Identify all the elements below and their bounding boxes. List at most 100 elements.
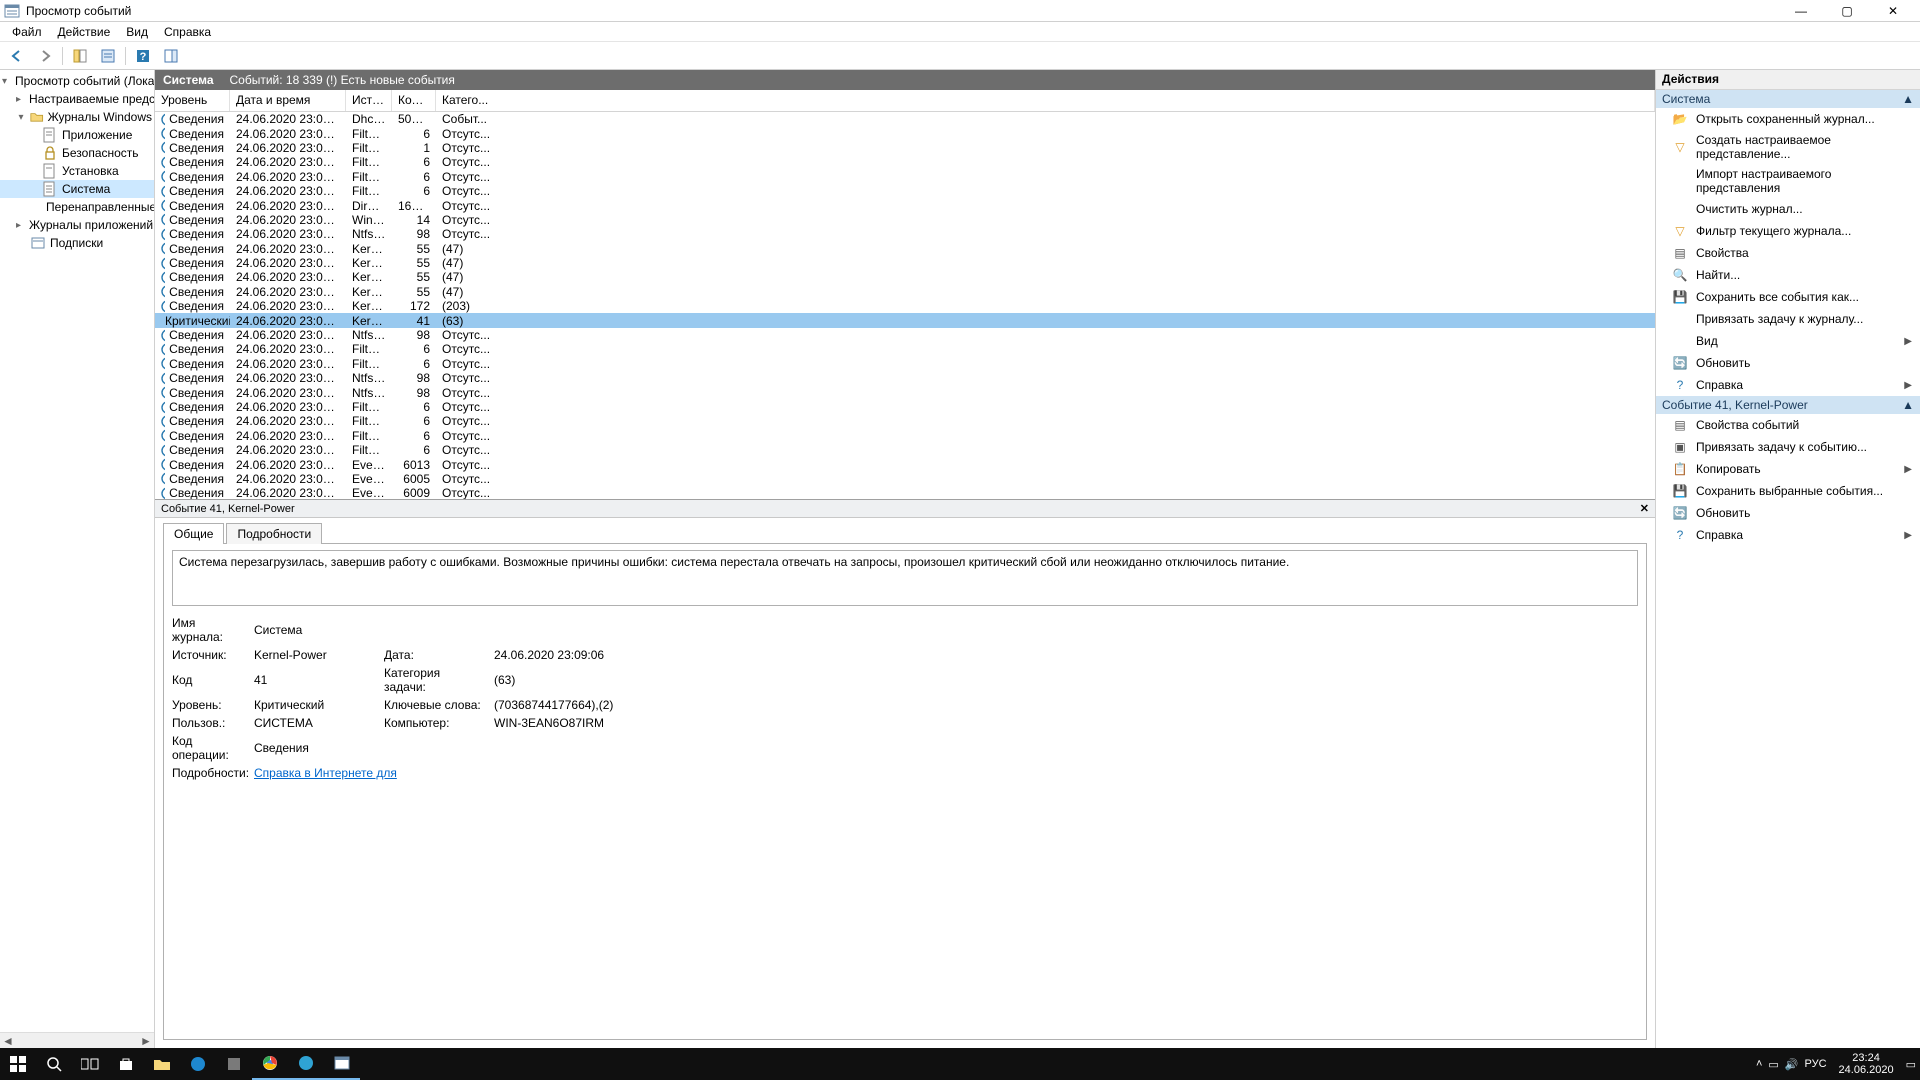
action-item[interactable]: ▤Свойства (1656, 242, 1920, 264)
table-row[interactable]: iСведения24.06.2020 23:09:30Dhcp-...5003… (155, 112, 1655, 126)
action-item[interactable]: ▤Свойства событий (1656, 414, 1920, 436)
panel-button[interactable] (158, 44, 184, 68)
table-row[interactable]: iСведения24.06.2020 23:09:05Ntfs (...98О… (155, 328, 1655, 342)
tree-security[interactable]: Безопасность (0, 144, 154, 162)
tray-notifications-icon[interactable]: ▭ (1906, 1058, 1916, 1071)
store-icon[interactable] (108, 1048, 144, 1080)
tree-system[interactable]: Система (0, 180, 154, 198)
minimize-button[interactable]: — (1778, 1, 1824, 21)
expand-icon[interactable]: ▾ (16, 112, 26, 123)
table-row[interactable]: iСведения24.06.2020 23:09:30FilterM...6О… (155, 184, 1655, 198)
table-row[interactable]: iСведения24.06.2020 23:09:29Directo...16… (155, 198, 1655, 212)
col-code[interactable]: Код со... (392, 90, 436, 111)
expand-icon[interactable]: ▸ (16, 220, 21, 231)
tree-root[interactable]: ▾ Просмотр событий (Локальны (0, 72, 154, 90)
tab-details[interactable]: Подробности (226, 523, 322, 544)
table-row[interactable]: iСведения24.06.2020 23:09:05FilterM...6О… (155, 342, 1655, 356)
tree-forwarded[interactable]: Перенаправленные соб (0, 198, 154, 216)
tab-general[interactable]: Общие (163, 523, 224, 544)
forward-button[interactable] (32, 44, 58, 68)
action-item[interactable]: ▽Создать настраиваемое представление... (1656, 130, 1920, 164)
table-row[interactable]: iСведения24.06.2020 23:09:08Kernel-...55… (155, 285, 1655, 299)
tree-custom-views[interactable]: ▸ Настраиваемые представле (0, 90, 154, 108)
search-button[interactable] (36, 1048, 72, 1080)
col-source[interactable]: Источ... (346, 90, 392, 111)
action-item[interactable]: 🔍Найти... (1656, 264, 1920, 286)
close-button[interactable]: ✕ (1870, 1, 1916, 21)
tree-scrollbar[interactable]: ◄► (0, 1032, 154, 1048)
actions-section-event[interactable]: Событие 41, Kernel-Power▲ (1656, 396, 1920, 414)
table-row[interactable]: iСведения24.06.2020 23:09:30FilterM...6О… (155, 126, 1655, 140)
action-item[interactable]: 🔄Обновить (1656, 502, 1920, 524)
tree-application[interactable]: Приложение (0, 126, 154, 144)
table-row[interactable]: iСведения24.06.2020 23:09:03Ntfs (...98О… (155, 371, 1655, 385)
action-item[interactable]: 📋Копировать▶ (1656, 458, 1920, 480)
table-row[interactable]: iСведения24.06.2020 23:09:30EventL...601… (155, 457, 1655, 471)
tray-chevron-icon[interactable]: ˄ (1756, 1058, 1762, 1070)
back-button[interactable] (4, 44, 30, 68)
detail-close-button[interactable]: ✕ (1640, 502, 1649, 515)
table-row[interactable]: iСведения24.06.2020 23:09:30FilterM...6О… (155, 170, 1655, 184)
properties-button[interactable] (95, 44, 121, 68)
start-button[interactable] (0, 1048, 36, 1080)
action-item[interactable]: Привязать задачу к журналу... (1656, 308, 1920, 330)
app-icon[interactable] (216, 1048, 252, 1080)
eventviewer-taskbar-icon[interactable] (324, 1048, 360, 1080)
menu-view[interactable]: Вид (118, 23, 156, 41)
action-item[interactable]: 💾Сохранить все события как... (1656, 286, 1920, 308)
table-row[interactable]: iСведения24.06.2020 23:09:08Kernel-...55… (155, 242, 1655, 256)
table-row[interactable]: iСведения24.06.2020 23:09:30FilterM...1О… (155, 141, 1655, 155)
action-item[interactable]: ▽Фильтр текущего журнала... (1656, 220, 1920, 242)
tray-network-icon[interactable]: ▭ (1768, 1058, 1778, 1071)
action-item[interactable]: ▣Привязать задачу к событию... (1656, 436, 1920, 458)
action-item[interactable]: 🔄Обновить (1656, 352, 1920, 374)
table-row[interactable]: iСведения24.06.2020 23:09:30FilterM...6О… (155, 155, 1655, 169)
action-item[interactable]: 📂Открыть сохраненный журнал... (1656, 108, 1920, 130)
table-row[interactable]: iСведения24.06.2020 23:09:24Ntfs (...98О… (155, 227, 1655, 241)
tree-windows-logs[interactable]: ▾ Журналы Windows (0, 108, 154, 126)
tray-volume-icon[interactable]: 🔊 (1785, 1058, 1799, 1071)
col-level[interactable]: Уровень (155, 90, 230, 111)
table-row[interactable]: iСведения24.06.2020 23:08:55FilterM...6О… (155, 414, 1655, 428)
taskbar-clock[interactable]: 23:24 24.06.2020 (1833, 1052, 1900, 1076)
nav-tree[interactable]: ▾ Просмотр событий (Локальны ▸ Настраива… (0, 70, 155, 1048)
tray-lang[interactable]: РУС (1805, 1058, 1827, 1070)
collapse-icon[interactable]: ▲ (1902, 398, 1914, 412)
menu-action[interactable]: Действие (50, 23, 119, 41)
table-row[interactable]: iСведения24.06.2020 23:09:30EventL...600… (155, 486, 1655, 499)
table-row[interactable]: iСведения24.06.2020 23:09:30EventL...600… (155, 472, 1655, 486)
maximize-button[interactable]: ▢ (1824, 1, 1870, 21)
expand-icon[interactable]: ▸ (16, 94, 21, 105)
event-rows[interactable]: iСведения24.06.2020 23:09:30Dhcp-...5003… (155, 112, 1655, 499)
col-category[interactable]: Катего... (436, 90, 1655, 111)
tree-subscriptions[interactable]: Подписки (0, 234, 154, 252)
actions-section-system[interactable]: Система▲ (1656, 90, 1920, 108)
show-tree-button[interactable] (67, 44, 93, 68)
action-item[interactable]: Вид▶ (1656, 330, 1920, 352)
help-button[interactable]: ? (130, 44, 156, 68)
action-item[interactable]: ?Справка▶ (1656, 374, 1920, 396)
edge-icon[interactable] (180, 1048, 216, 1080)
table-row[interactable]: iСведения24.06.2020 23:09:08Kernel-...55… (155, 270, 1655, 284)
tree-setup[interactable]: Установка (0, 162, 154, 180)
table-row[interactable]: iСведения24.06.2020 23:09:29Wininit14Отс… (155, 213, 1655, 227)
table-row[interactable]: iСведения24.06.2020 23:08:55FilterM...6О… (155, 400, 1655, 414)
collapse-icon[interactable]: ▲ (1902, 92, 1914, 106)
action-item[interactable]: Импорт настраиваемого представления (1656, 164, 1920, 198)
chrome-icon[interactable] (252, 1048, 288, 1080)
explorer-icon[interactable] (144, 1048, 180, 1080)
taskview-button[interactable] (72, 1048, 108, 1080)
table-row[interactable]: iСведения24.06.2020 23:09:04FilterM...6О… (155, 357, 1655, 371)
menu-file[interactable]: Файл (4, 23, 50, 41)
expand-icon[interactable]: ▾ (2, 76, 7, 87)
table-row[interactable]: Критический24.06.2020 23:09:06Kernel-...… (155, 313, 1655, 327)
tree-apps-services[interactable]: ▸ Журналы приложений и сл (0, 216, 154, 234)
table-row[interactable]: iСведения24.06.2020 23:09:06Kernel-...17… (155, 299, 1655, 313)
action-item[interactable]: ?Справка▶ (1656, 524, 1920, 546)
col-date[interactable]: Дата и время (230, 90, 346, 111)
detail-link[interactable]: Справка в Интернете для (254, 766, 1638, 780)
table-row[interactable]: iСведения24.06.2020 23:08:55FilterM...6О… (155, 429, 1655, 443)
action-item[interactable]: 💾Сохранить выбранные события... (1656, 480, 1920, 502)
menu-help[interactable]: Справка (156, 23, 219, 41)
table-row[interactable]: iСведения24.06.2020 23:09:08Kernel-...55… (155, 256, 1655, 270)
